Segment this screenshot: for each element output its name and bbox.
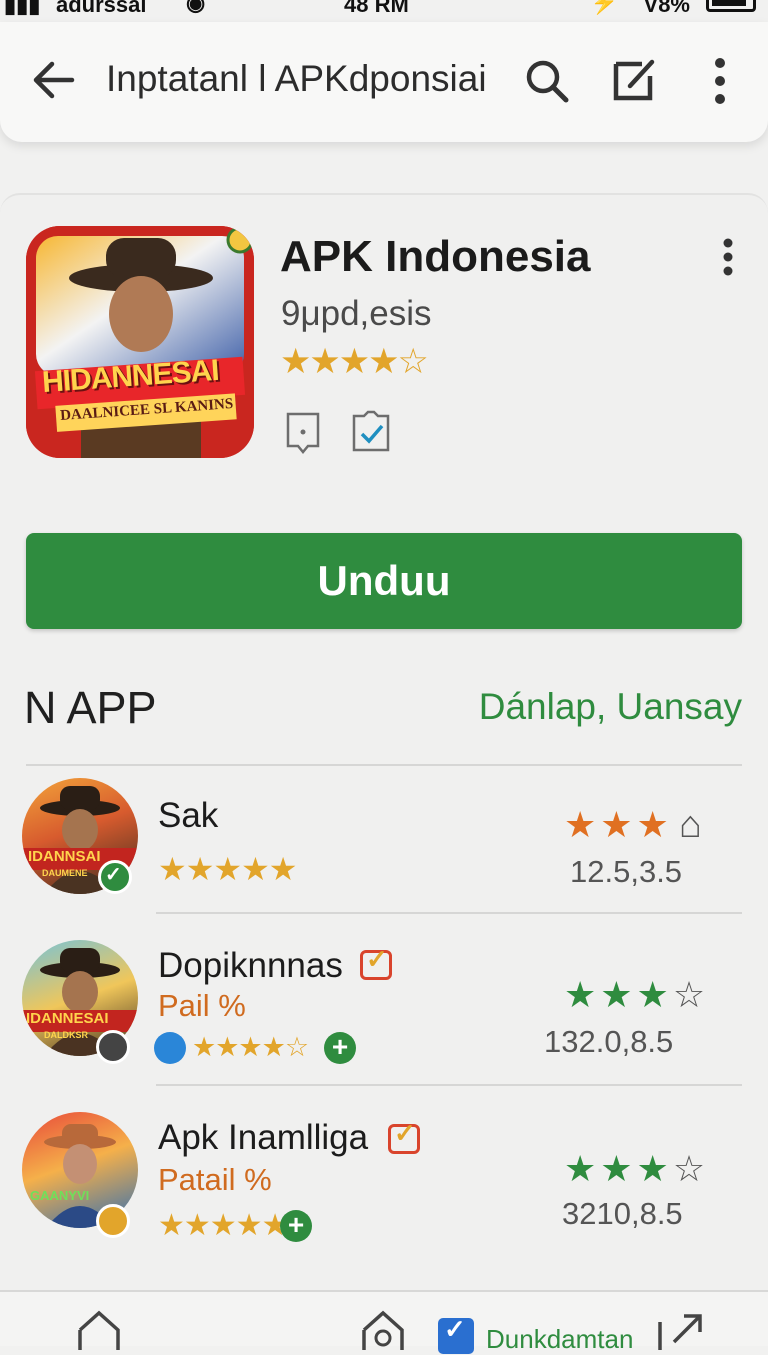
avatar-text: IDANNSAI — [28, 848, 101, 865]
item-score-stars: ★★★ ⌂ — [564, 804, 706, 846]
wrench-badge-icon — [96, 1030, 130, 1064]
downloads-check-glyph-icon: ✓ — [444, 1314, 466, 1344]
edit-icon[interactable] — [612, 56, 658, 102]
app-more-icon[interactable] — [718, 238, 738, 278]
section-link[interactable]: Dánlap, Uansay — [479, 686, 742, 728]
verified-check-icon[interactable] — [348, 408, 394, 454]
signal-icon: ▮▮▮ — [4, 0, 41, 17]
avatar-text: GAANYVI — [30, 1188, 90, 1203]
back-arrow-icon[interactable] — [32, 58, 76, 102]
check-mark-icon: ✓ — [394, 1118, 416, 1148]
check-mark-icon: ✓ — [366, 944, 388, 974]
item-score-stars: ★★★☆ — [564, 974, 710, 1015]
bottom-navigation: ✓ Dunkdamtan — [0, 1290, 768, 1354]
item-name: Sak — [158, 796, 219, 835]
avatar-text: IDANNESAI — [26, 1010, 109, 1027]
item-value: 12.5,3.5 — [570, 854, 683, 889]
app-name: APK Indonesia — [280, 232, 591, 281]
list-item[interactable]: GAANYVI Apk Inamlliga ✓ Patail % ★★★★★ +… — [0, 1092, 768, 1256]
external-link-icon[interactable] — [656, 1312, 704, 1352]
item-score-stars: ★★★☆ — [564, 1148, 710, 1189]
list-divider — [156, 912, 742, 914]
item-rating-stars: ★★★★★ — [158, 1209, 288, 1242]
home-icon[interactable] — [76, 1310, 122, 1350]
item-rating-stars: ★★★★☆ — [192, 1032, 309, 1062]
battery-percentage: V8% — [643, 0, 690, 17]
bottom-nav-label[interactable]: Dunkdamtan — [486, 1324, 633, 1355]
item-rating-stars: ★★★★★ — [158, 851, 297, 887]
carrier-label: adurssal — [56, 0, 147, 17]
app-bar: Inptatanl l APKdponsiai — [0, 22, 768, 142]
item-subtitle: Pail % — [158, 988, 246, 1023]
app-icon: HIDANNESAI DAALNICEE SL KANINS — [26, 226, 254, 458]
download-button[interactable]: Unduu — [26, 533, 742, 629]
search-icon[interactable] — [524, 58, 570, 104]
status-time: 48 RM — [344, 0, 409, 17]
charging-icon: ⚡ — [590, 0, 618, 15]
sync-badge-icon — [154, 1032, 186, 1064]
more-options-icon[interactable] — [710, 56, 730, 106]
page-title: Inptatanl l APKdponsiai — [106, 58, 487, 99]
app-rating-stars: ★★★★☆ — [280, 342, 429, 381]
wifi-icon: ◉ — [186, 0, 206, 15]
avatar-subtext: DALDKSR — [44, 1030, 88, 1040]
apps-icon[interactable] — [360, 1310, 406, 1350]
item-name: Dopiknnnas — [158, 946, 343, 985]
section-divider — [26, 764, 742, 766]
list-item[interactable]: IDANNSAI DAUMENE ✓ Sak ★★★★★ ★★★ ⌂ 12.5,3… — [0, 770, 768, 912]
avatar-subtext: DAUMENE — [42, 868, 88, 878]
item-value: 3210,8.5 — [562, 1196, 683, 1231]
wrench-badge-icon — [96, 1204, 130, 1238]
add-badge-icon[interactable]: + — [324, 1032, 356, 1064]
item-subtitle: Patail % — [158, 1162, 272, 1197]
list-item[interactable]: IDANNESAI DALDKSR Dopiknnnas ✓ Pail % ★★… — [0, 920, 768, 1084]
section-title: N APP — [24, 682, 157, 733]
battery-icon — [706, 0, 756, 12]
item-value: 132.0,8.5 — [544, 1024, 674, 1059]
developer-name: 9μpd,esis — [281, 294, 432, 333]
check-glyph-icon: ✓ — [105, 864, 122, 886]
info-badge-icon[interactable] — [280, 408, 326, 454]
list-divider — [156, 1084, 742, 1086]
status-bar: ▮▮▮ adurssal ◉ 48 RM ⚡ V8% — [0, 0, 768, 22]
add-badge-icon[interactable]: + — [280, 1210, 312, 1242]
item-name: Apk Inamlliga — [158, 1118, 369, 1157]
